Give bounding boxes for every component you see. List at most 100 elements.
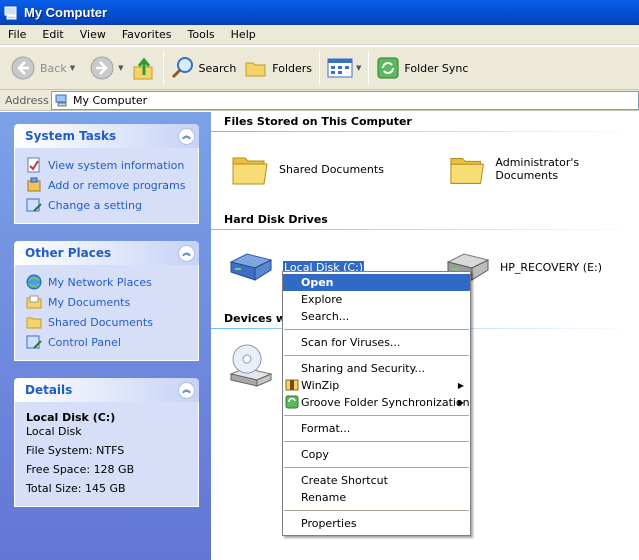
- other-places-panel: Other Places ︽ My Network Places My Docu…: [14, 241, 199, 361]
- menu-help[interactable]: Help: [223, 25, 264, 45]
- details-name: Local Disk (C:): [26, 411, 116, 424]
- toolbar-separator: [319, 51, 321, 85]
- menu-view[interactable]: View: [72, 25, 114, 45]
- group-header-devices: Devices w: [224, 312, 287, 325]
- search-button[interactable]: Search: [167, 50, 241, 86]
- up-button[interactable]: [128, 50, 160, 86]
- drive-label: HP_RECOVERY (E:): [500, 260, 603, 274]
- menu-item-open[interactable]: Open: [283, 274, 470, 291]
- control-panel-icon: [26, 198, 42, 212]
- forward-arrow-icon: [90, 56, 114, 80]
- menu-item-search[interactable]: Search...: [283, 308, 470, 325]
- menu-item-label: WinZip: [301, 379, 340, 392]
- task-add-remove-programs[interactable]: Add or remove programs: [26, 175, 188, 195]
- views-icon: [327, 58, 353, 78]
- collapse-chevron-icon[interactable]: ︽: [178, 381, 195, 399]
- cd-drive-icon: [229, 344, 273, 387]
- folder-shared-documents[interactable]: Shared Documents: [231, 150, 384, 188]
- task-label: Change a setting: [48, 198, 142, 212]
- place-control-panel[interactable]: Control Panel: [26, 332, 188, 352]
- menu-item-winzip[interactable]: WinZip ▶: [283, 377, 470, 394]
- collapse-chevron-icon[interactable]: ︽: [178, 127, 195, 145]
- menu-separator: [284, 355, 469, 356]
- folder-label: Administrator's Documents: [495, 156, 580, 182]
- address-label: Address: [5, 93, 49, 107]
- place-shared-documents[interactable]: Shared Documents: [26, 312, 188, 332]
- collapse-chevron-icon[interactable]: ︽: [178, 244, 195, 262]
- menu-item-create-shortcut[interactable]: Create Shortcut: [283, 472, 470, 489]
- folder-sync-button[interactable]: Folder Sync: [372, 50, 472, 86]
- folder-administrator-documents[interactable]: Administrator's Documents: [449, 150, 639, 188]
- system-tasks-header[interactable]: System Tasks ︽: [14, 124, 199, 148]
- folder-label: Shared Documents: [279, 162, 384, 176]
- menu-separator: [284, 329, 469, 330]
- system-tasks-body: View system information Add or remove pr…: [14, 148, 199, 224]
- folder-sync-label: Folder Sync: [404, 61, 469, 75]
- address-field[interactable]: My Computer: [51, 91, 639, 110]
- task-label: View system information: [48, 158, 185, 172]
- menu-separator: [284, 441, 469, 442]
- folder-icon: [232, 157, 268, 185]
- back-label: Back: [40, 61, 67, 75]
- search-icon: [171, 57, 193, 79]
- menu-separator: [284, 510, 469, 511]
- group-header-files: Files Stored on This Computer: [224, 115, 412, 128]
- menu-file[interactable]: File: [0, 25, 34, 45]
- menu-tools[interactable]: Tools: [180, 25, 223, 45]
- menu-item-properties[interactable]: Properties: [283, 515, 470, 532]
- other-places-header[interactable]: Other Places ︽: [14, 241, 199, 265]
- context-menu: Open Explore Search... Scan for Viruses.…: [282, 271, 471, 536]
- group-divider: [211, 131, 639, 132]
- menu-item-sharing-security[interactable]: Sharing and Security...: [283, 360, 470, 377]
- control-panel-icon: [26, 335, 42, 349]
- menu-edit[interactable]: Edit: [34, 25, 71, 45]
- system-tasks-panel: System Tasks ︽ View system information A…: [14, 124, 199, 224]
- my-computer-icon: [55, 94, 67, 106]
- task-label: Add or remove programs: [48, 178, 186, 192]
- place-label: Shared Documents: [48, 315, 153, 329]
- menu-item-explore[interactable]: Explore: [283, 291, 470, 308]
- menu-item-copy[interactable]: Copy: [283, 446, 470, 463]
- menu-bar: File Edit View Favorites Tools Help: [0, 25, 639, 45]
- details-header[interactable]: Details ︽: [14, 378, 199, 402]
- folders-button[interactable]: Folders: [240, 50, 316, 86]
- forward-button[interactable]: ▼: [85, 50, 127, 86]
- views-button[interactable]: ▼: [323, 50, 365, 86]
- menu-item-label: Groove Folder Synchronization: [301, 396, 470, 409]
- task-pane: System Tasks ︽ View system information A…: [0, 112, 211, 560]
- task-view-system-information[interactable]: View system information: [26, 155, 188, 175]
- address-value: My Computer: [73, 94, 148, 107]
- place-label: Control Panel: [48, 335, 121, 349]
- winzip-icon: [285, 379, 299, 391]
- menu-item-rename[interactable]: Rename: [283, 489, 470, 506]
- details-title: Details: [25, 383, 73, 397]
- address-bar: Address My Computer: [0, 90, 639, 111]
- views-dropdown-icon[interactable]: ▼: [356, 64, 361, 72]
- back-button[interactable]: Back ▼: [6, 50, 79, 86]
- menu-separator: [284, 415, 469, 416]
- back-dropdown-icon[interactable]: ▼: [70, 64, 75, 72]
- menu-favorites[interactable]: Favorites: [114, 25, 180, 45]
- menu-item-scan-viruses[interactable]: Scan for Viruses...: [283, 334, 470, 351]
- forward-dropdown-icon[interactable]: ▼: [118, 64, 123, 72]
- details-type: Local Disk: [26, 425, 82, 438]
- toolbar-separator: [368, 51, 370, 85]
- task-change-setting[interactable]: Change a setting: [26, 195, 188, 215]
- place-my-network-places[interactable]: My Network Places: [26, 272, 188, 292]
- details-panel: Details ︽ Local Disk (C:) Local Disk Fil…: [14, 378, 199, 507]
- submenu-arrow-icon: ▶: [457, 381, 464, 390]
- back-arrow-icon: [11, 56, 35, 80]
- window-title: My Computer: [24, 5, 108, 20]
- place-label: My Documents: [48, 295, 131, 309]
- menu-separator: [284, 467, 469, 468]
- place-my-documents[interactable]: My Documents: [26, 292, 188, 312]
- details-body: Local Disk (C:) Local Disk File System: …: [14, 402, 199, 507]
- toolbar-separator: [162, 51, 164, 85]
- folders-icon: [245, 62, 266, 77]
- search-label: Search: [198, 61, 237, 75]
- menu-item-format[interactable]: Format...: [283, 420, 470, 437]
- menu-item-groove-sync[interactable]: Groove Folder Synchronization ▶: [283, 394, 470, 411]
- shared-folder-icon: [26, 317, 42, 329]
- device-cd-drive[interactable]: [229, 342, 273, 388]
- toolbar: Back ▼ ▼ Search Folders ▼ Folder Sync: [0, 46, 639, 90]
